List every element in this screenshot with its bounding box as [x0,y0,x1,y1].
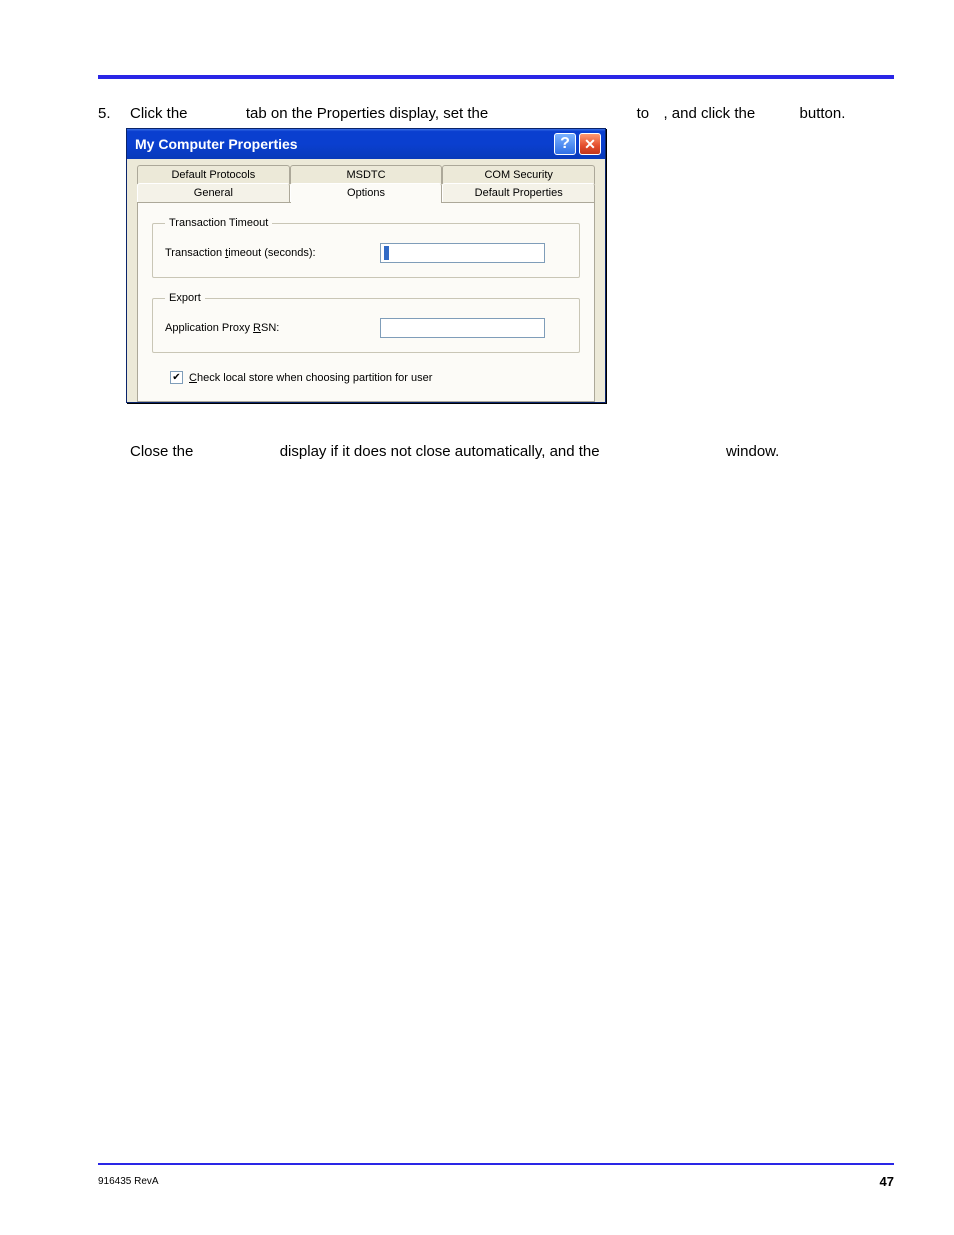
titlebar[interactable]: My Computer Properties ? ✕ [127,129,605,159]
tab-default-properties[interactable]: Default Properties [442,183,595,202]
checkbox-label-ul: C [189,372,197,384]
group-transaction-timeout: Transaction Timeout Transaction timeout … [152,217,580,278]
help-button[interactable]: ? [554,133,576,155]
top-rule [98,75,894,79]
label-timeout: Transaction timeout (seconds): [165,247,380,259]
tab-options[interactable]: Options [290,183,443,202]
tab-general[interactable]: General [137,183,290,202]
footer-doc-id: 916435 RevA [98,1176,159,1187]
tab-area: Default Protocols MSDTC COM Security Gen… [127,159,605,402]
bottom-rule [98,1163,894,1165]
footer-page-number: 47 [880,1174,894,1189]
label-timeout-suffix: imeout (seconds): [228,247,315,259]
label-timeout-prefix: Transaction [165,247,225,259]
step-p4: , and click the [663,105,755,122]
checkbox-local-store[interactable]: ✔ [170,371,183,384]
checkmark-icon: ✔ [172,373,180,383]
close-icon: ✕ [584,136,596,153]
group-export: Export Application Proxy RSN: [152,292,580,353]
tab-com-security[interactable]: COM Security [442,165,595,184]
window-title: My Computer Properties [135,136,551,152]
ud-p3: window. [726,443,779,460]
page: 5. Click the tab on the Properties displ… [0,0,954,1235]
checkbox-label[interactable]: Check local store when choosing partitio… [189,372,432,384]
tab-row-front: General Options Default Properties [137,183,595,202]
checkbox-label-suffix: heck local store when choosing partition… [197,372,432,384]
step-5: 5. Click the tab on the Properties displ… [98,104,914,124]
step-text: Click the tab on the Properties display,… [130,104,914,124]
label-rsn: Application Proxy RSN: [165,322,380,334]
checkbox-row: ✔ Check local store when choosing partit… [152,367,580,384]
row-timeout: Transaction timeout (seconds): [165,243,567,263]
close-button[interactable]: ✕ [579,133,601,155]
under-dialog-text: Close the display if it does not close a… [130,442,894,462]
step-p3: to [637,105,650,122]
legend-transaction-timeout: Transaction Timeout [165,217,272,229]
step-p5: button. [800,105,846,122]
legend-export: Export [165,292,205,304]
tab-body: Transaction Timeout Transaction timeout … [137,202,595,402]
row-rsn: Application Proxy RSN: [165,318,567,338]
tab-row-back: Default Protocols MSDTC COM Security [137,165,595,184]
input-rsn[interactable] [380,318,545,338]
step-number: 5. [98,104,111,124]
label-rsn-ul: R [253,322,261,334]
text-caret [384,246,389,260]
ud-p1: Close the [130,443,193,460]
label-rsn-suffix: SN: [261,322,279,334]
tab-msdtc[interactable]: MSDTC [290,165,443,184]
step-p2: tab on the Properties display, set the [246,105,488,122]
help-icon: ? [560,135,570,153]
step-p1: Click the [130,105,188,122]
label-rsn-prefix: Application Proxy [165,322,253,334]
properties-dialog: My Computer Properties ? ✕ Default Proto… [126,128,606,403]
input-timeout[interactable] [380,243,545,263]
tab-default-protocols[interactable]: Default Protocols [137,165,290,184]
ud-p2: display if it does not close automatical… [280,443,600,460]
